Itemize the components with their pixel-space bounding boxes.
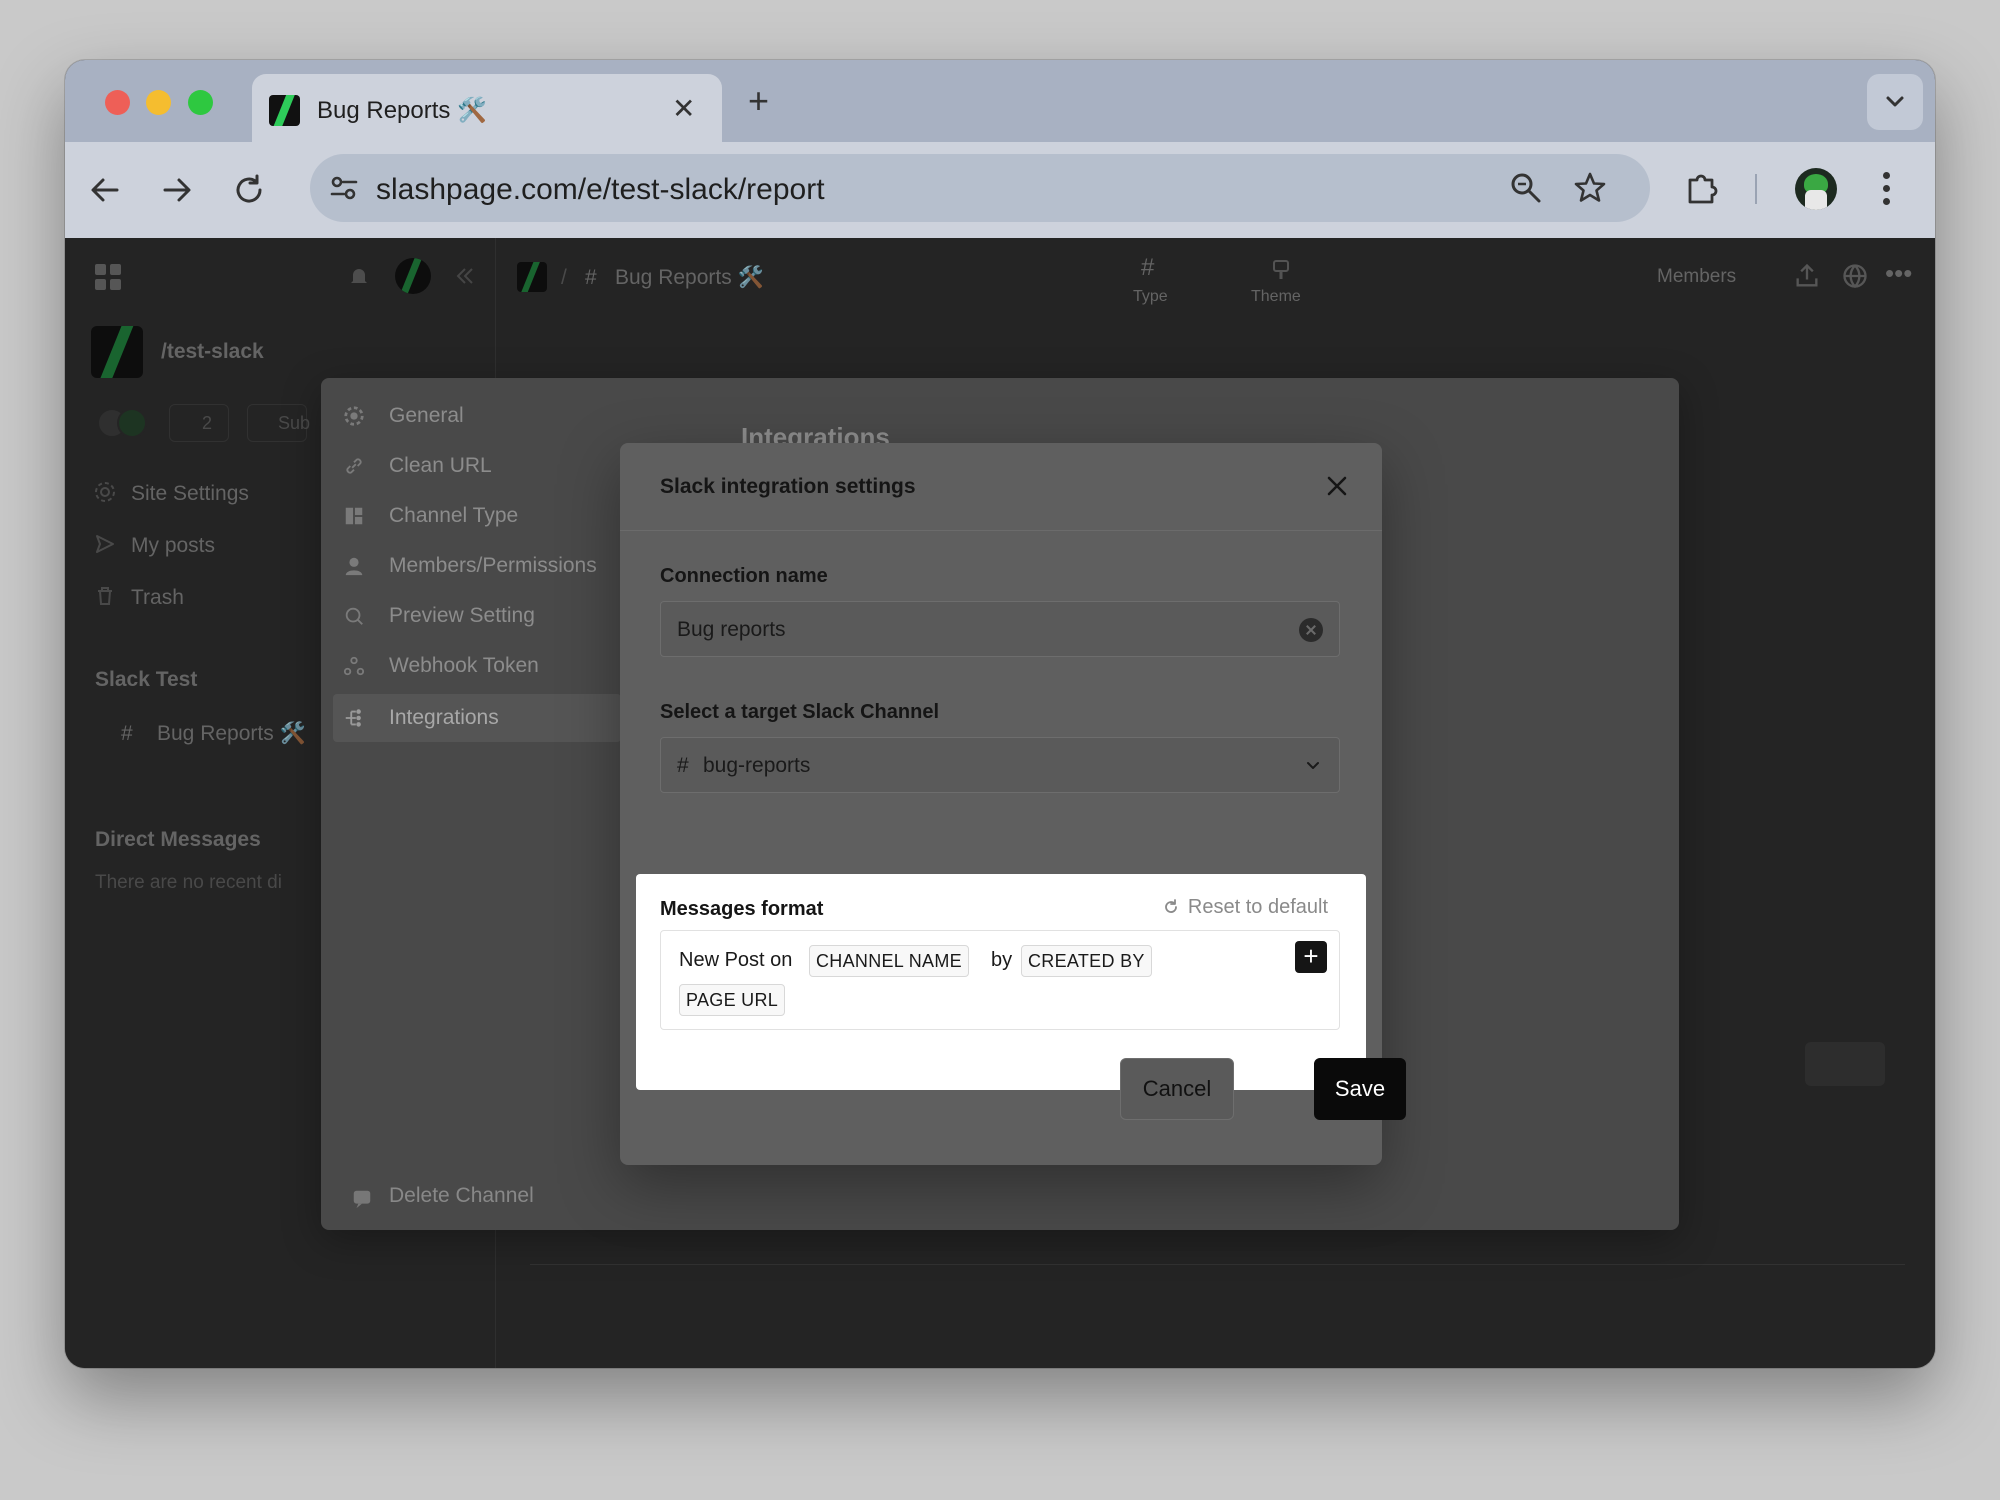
connection-name-value: Bug reports: [677, 618, 786, 641]
save-button[interactable]: Save: [1314, 1058, 1406, 1120]
format-static-text: by: [991, 949, 1013, 971]
address-bar[interactable]: slashpage.com/e/test-slack/report: [310, 154, 1650, 222]
reset-to-default-label: Reset to default: [1187, 896, 1328, 918]
target-channel-select[interactable]: # bug-reports: [660, 737, 1340, 793]
tab-search-dropdown-button[interactable]: [1867, 74, 1923, 130]
extensions-puzzle-icon[interactable]: [1682, 168, 1722, 208]
integrations-tree-icon: [345, 709, 361, 727]
connection-name-input[interactable]: Bug reports: [660, 601, 1340, 657]
modal-title: Slack integration settings: [660, 475, 916, 498]
refresh-icon: [1165, 899, 1177, 913]
variable-chip-page-url[interactable]: PAGE URL: [679, 984, 786, 1016]
delete-channel-icon: [353, 1190, 371, 1209]
browser-menu-kebab-icon[interactable]: [1883, 172, 1891, 208]
settings-menu-preview-setting[interactable]: Preview Setting: [343, 596, 613, 636]
settings-menu-label: Webhook Token: [389, 654, 539, 677]
settings-menu-members-permissions[interactable]: Members/Permissions: [343, 546, 613, 586]
variable-chip-created-by[interactable]: CREATED BY: [1021, 945, 1152, 977]
settings-menu-label: Integrations: [389, 706, 499, 729]
browser-toolbar: slashpage.com/e/test-slack/report: [65, 142, 1935, 238]
settings-menu-label: Preview Setting: [389, 604, 535, 627]
settings-menu-label: Channel Type: [389, 504, 519, 527]
settings-menu-clean-url[interactable]: Clean URL: [343, 446, 613, 486]
settings-menu-integrations[interactable]: Integrations: [333, 694, 621, 742]
close-icon[interactable]: [1326, 475, 1348, 497]
channel-hash-icon: #: [677, 754, 689, 777]
tab-title: Bug Reports 🛠️: [317, 97, 487, 124]
chevron-down-icon: [1886, 96, 1904, 107]
settings-menu-label: General: [389, 404, 464, 427]
layout-icon: [345, 507, 363, 525]
modal-header: Slack integration settings: [620, 443, 1382, 531]
maximize-window-button[interactable]: [188, 90, 213, 115]
site-settings-tune-icon[interactable]: [328, 172, 360, 204]
messages-format-card: Messages format Reset to default New Pos…: [636, 874, 1366, 1090]
messages-format-label: Messages format: [660, 898, 824, 920]
toolbar-divider: [1755, 174, 1757, 204]
browser-tab-active[interactable]: Bug Reports 🛠️ ✕: [252, 74, 722, 142]
target-channel-label: Select a target Slack Channel: [660, 701, 940, 723]
reset-to-default-button[interactable]: Reset to default: [1165, 896, 1328, 919]
add-variable-button[interactable]: +: [1295, 941, 1327, 973]
slashpage-logo-icon: [269, 95, 300, 126]
tab-close-icon[interactable]: ✕: [672, 92, 695, 125]
message-format-editor[interactable]: New Post on CHANNEL NAME by CREATED BY P…: [660, 930, 1340, 1030]
delete-channel-link[interactable]: Delete Channel: [389, 1184, 534, 1208]
clear-input-icon[interactable]: [1299, 618, 1323, 642]
settings-menu-channel-type[interactable]: Channel Type: [343, 496, 613, 536]
settings-menu-webhook-token[interactable]: Webhook Token: [343, 646, 613, 686]
reload-icon[interactable]: [229, 170, 269, 210]
connection-name-label: Connection name: [660, 565, 828, 587]
slack-integration-modal: Slack integration settings Connection na…: [620, 443, 1406, 1165]
new-tab-plus-icon[interactable]: +: [748, 83, 769, 119]
settings-menu-general[interactable]: General: [343, 396, 613, 436]
link-icon: [346, 458, 362, 474]
close-window-button[interactable]: [105, 90, 130, 115]
chevron-down-icon: [1307, 762, 1319, 769]
profile-avatar[interactable]: [1795, 168, 1837, 210]
variable-chip-channel-name[interactable]: CHANNEL NAME: [809, 945, 969, 977]
zoom-icon[interactable]: [1508, 170, 1544, 206]
settings-menu-label: Clean URL: [389, 454, 492, 477]
format-static-text: New Post on: [679, 949, 793, 971]
tab-strip: Bug Reports 🛠️ ✕ +: [65, 60, 1935, 142]
bookmark-star-icon[interactable]: [1572, 170, 1608, 206]
back-arrow-icon[interactable]: [85, 170, 125, 210]
webhook-icon: [343, 656, 365, 676]
forward-arrow-icon[interactable]: [157, 170, 197, 210]
search-preview-icon: [345, 607, 363, 625]
browser-window: Bug Reports 🛠️ ✕ + slashpage.com/e/test-…: [65, 60, 1935, 1368]
target-channel-value: bug-reports: [703, 754, 811, 777]
gear-icon: [344, 406, 364, 426]
cancel-button[interactable]: Cancel: [1120, 1058, 1234, 1120]
minimize-window-button[interactable]: [146, 90, 171, 115]
settings-menu-label: Members/Permissions: [389, 554, 597, 577]
user-icon: [345, 557, 363, 576]
url-text[interactable]: slashpage.com/e/test-slack/report: [376, 173, 825, 207]
